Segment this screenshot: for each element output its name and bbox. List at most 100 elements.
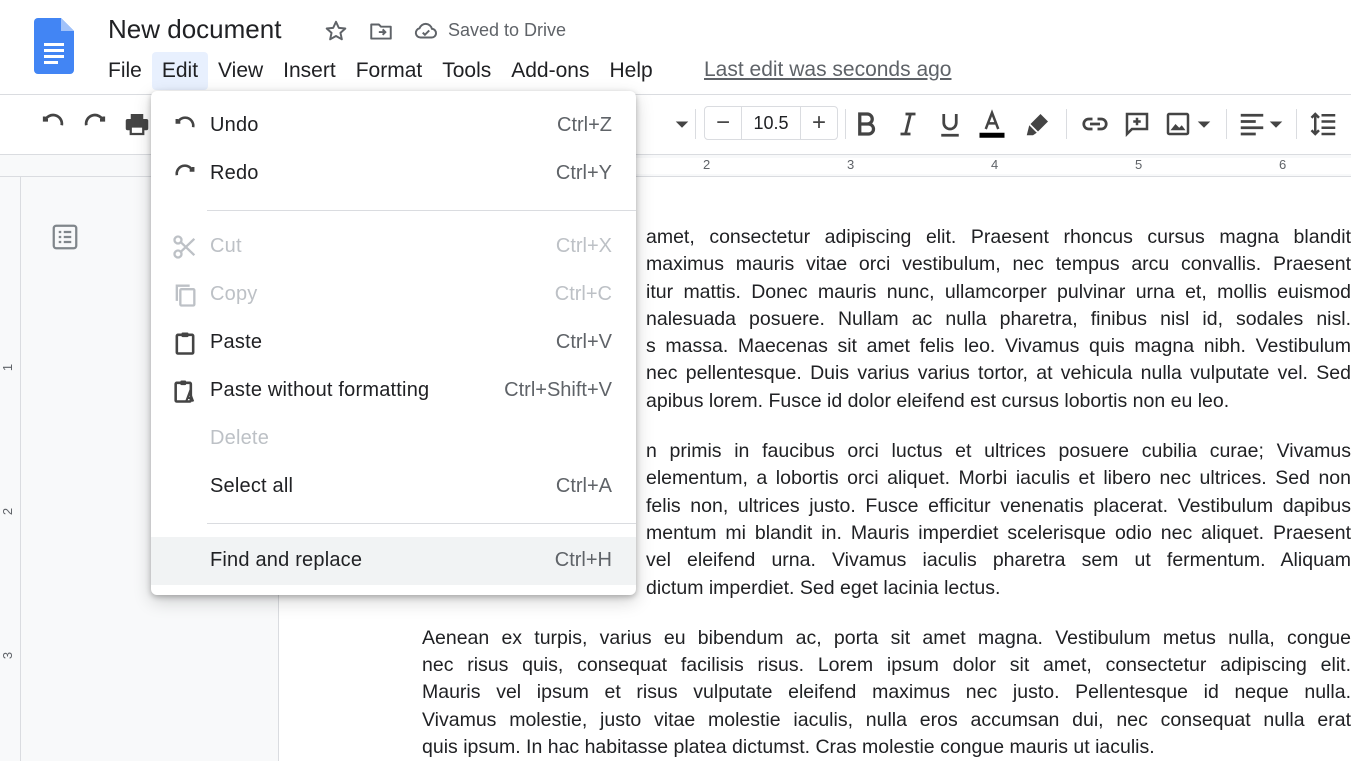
- align-dropdown-arrow[interactable]: [1261, 109, 1291, 139]
- menu-item-label: Paste: [210, 331, 263, 353]
- document-line: quis ipsum. In hac habitasse platea dict…: [422, 736, 1155, 759]
- saved-status: Saved to Drive: [448, 20, 567, 40]
- chevron-down-icon: [1269, 121, 1283, 128]
- bold-icon: [858, 112, 876, 136]
- font-size-stepper: − 10.5 +: [704, 106, 838, 140]
- menu-item-shortcut: Ctrl+V: [555, 331, 612, 353]
- insert-link-button[interactable]: [1080, 109, 1110, 139]
- copy-icon: [175, 284, 196, 307]
- document-outline-icon[interactable]: [50, 222, 80, 252]
- increase-font-size-button[interactable]: +: [801, 107, 837, 139]
- undo-button[interactable]: [38, 109, 68, 139]
- menu-item-redo[interactable]: Redo Ctrl+Y: [151, 150, 636, 198]
- document-line: mentum mi blandit in. Mauris imperdiet s…: [646, 521, 1351, 544]
- menu-item-label: Cut: [210, 235, 242, 257]
- underline-button[interactable]: [935, 109, 965, 139]
- font-dropdown-arrow[interactable]: [667, 109, 697, 139]
- menu-item-paste-without-formatting[interactable]: Paste without formatting Ctrl+Shift+V: [151, 367, 636, 415]
- scissors-icon: [173, 235, 196, 259]
- move-folder-icon[interactable]: [368, 18, 394, 44]
- comment-add-icon: [1125, 112, 1149, 138]
- document-line: Vivamus molestie, justo vitae molestie i…: [422, 708, 1351, 731]
- document-paragraph: amet, consectetur adipiscing elit. Praes…: [646, 224, 1351, 415]
- menu-tools[interactable]: Tools: [432, 52, 501, 90]
- vruler-mark: 2: [0, 507, 16, 516]
- vertical-ruler[interactable]: 1 2 3: [0, 177, 21, 761]
- menu-item-paste[interactable]: Paste Ctrl+V: [151, 319, 636, 367]
- document-line: apibus lorem. Fusce id dolor eleifend es…: [646, 389, 1230, 412]
- menu-item-find-and-replace[interactable]: Find and replace Ctrl+H: [151, 537, 636, 585]
- toolbar-separator: [1226, 109, 1227, 139]
- decrease-font-size-button[interactable]: −: [705, 107, 741, 139]
- redo-icon: [175, 164, 195, 176]
- toolbar-separator: [845, 109, 846, 139]
- ruler-mark: 6: [1279, 157, 1287, 172]
- redo-button[interactable]: [80, 109, 110, 139]
- vruler-mark: 3: [0, 651, 16, 660]
- link-icon: [1082, 117, 1108, 131]
- menu-item-label: Paste without formatting: [210, 379, 430, 401]
- menu-item-shortcut: Ctrl+Z: [557, 114, 612, 136]
- star-icon[interactable]: [323, 18, 349, 44]
- document-paragraph: Aenean ex turpis, varius eu bibendum ac,…: [422, 625, 1351, 761]
- text-color-icon: [979, 109, 1005, 138]
- highlighter-icon: [1026, 114, 1048, 136]
- menu-addons[interactable]: Add-ons: [501, 52, 599, 90]
- menu-item-shortcut: Ctrl+C: [554, 283, 612, 305]
- document-line: maximus mauris vitae orci vestibulum, ne…: [646, 253, 1351, 276]
- undo-icon: [175, 116, 195, 128]
- document-line: itur mattis. Donec mauris nunc, ullamcor…: [646, 280, 1351, 303]
- chevron-down-icon: [675, 121, 689, 128]
- text-color-button[interactable]: [977, 109, 1007, 139]
- document-line: vel eleifend urna. Vivamus iaculis phare…: [646, 549, 1351, 572]
- redo-icon: [84, 113, 106, 126]
- document-line: elementum, a lobortis orci aliquet. Morb…: [646, 467, 1351, 490]
- menu-item-label: Copy: [210, 283, 258, 305]
- menu-item-cut: Cut Ctrl+X: [151, 223, 636, 271]
- document-line: felis non, ultrices justo. Fusce efficit…: [646, 494, 1351, 517]
- add-comment-button[interactable]: [1122, 109, 1152, 139]
- menu-item-label: Undo: [210, 114, 259, 136]
- undo-icon: [42, 113, 64, 126]
- clipboard-text-icon: [174, 380, 195, 403]
- menu-separator: [207, 210, 636, 211]
- document-line: nalesuada posuere. Nullam ac nulla phare…: [646, 307, 1351, 330]
- font-size-input[interactable]: 10.5: [741, 107, 801, 139]
- document-line: s massa. Maecenas sit amet felis leo. Vi…: [646, 335, 1351, 358]
- toolbar-separator: [1066, 109, 1067, 139]
- document-line: nec risus quis, consequat facilisis risu…: [422, 654, 1351, 677]
- menu-insert[interactable]: Insert: [273, 52, 346, 90]
- menu-edit[interactable]: Edit: [151, 52, 209, 90]
- last-edit-link[interactable]: Last edit was seconds ago: [704, 58, 952, 82]
- menu-item-delete: Delete: [151, 415, 636, 463]
- document-line: dictum imperdiet. Sed eget lacinia lectu…: [646, 576, 1001, 599]
- menu-item-label: Redo: [210, 162, 259, 184]
- menu-item-shortcut: Ctrl+X: [555, 235, 612, 257]
- menu-item-select-all[interactable]: Select all Ctrl+A: [151, 463, 636, 511]
- menu-item-undo[interactable]: Undo Ctrl+Z: [151, 102, 636, 150]
- print-icon: [125, 114, 149, 136]
- menu-view[interactable]: View: [208, 52, 273, 90]
- edit-menu-dropdown: Undo Ctrl+Z Redo Ctrl+Y Cut Ctrl+X Copy …: [151, 91, 636, 595]
- cloud-done-icon[interactable]: [413, 18, 439, 44]
- docs-logo-icon[interactable]: [34, 18, 74, 74]
- menubar: File Edit View Insert Format Tools Add-o…: [98, 52, 663, 90]
- menu-help[interactable]: Help: [599, 52, 662, 90]
- image-dropdown-arrow[interactable]: [1189, 109, 1219, 139]
- bold-button[interactable]: [851, 109, 881, 139]
- highlight-button[interactable]: [1023, 109, 1053, 139]
- ruler-mark: 3: [847, 157, 855, 172]
- menu-file[interactable]: File: [98, 52, 152, 90]
- print-button[interactable]: [122, 109, 152, 139]
- line-spacing-button[interactable]: [1309, 109, 1339, 139]
- docs-app: New document Saved to Drive File Edit Vi…: [0, 0, 1351, 761]
- document-line: amet, consectetur adipiscing elit. Praes…: [646, 226, 1351, 248]
- menu-format[interactable]: Format: [346, 52, 433, 90]
- underline-icon: [941, 114, 959, 137]
- menu-item-label: Delete: [210, 427, 270, 449]
- italic-button[interactable]: [893, 109, 923, 139]
- toolbar-separator: [1296, 109, 1297, 139]
- document-title[interactable]: New document: [108, 14, 281, 45]
- document-line: n primis in faucibus orci luctus et ultr…: [646, 440, 1351, 463]
- menu-item-shortcut: Ctrl+Y: [555, 162, 612, 184]
